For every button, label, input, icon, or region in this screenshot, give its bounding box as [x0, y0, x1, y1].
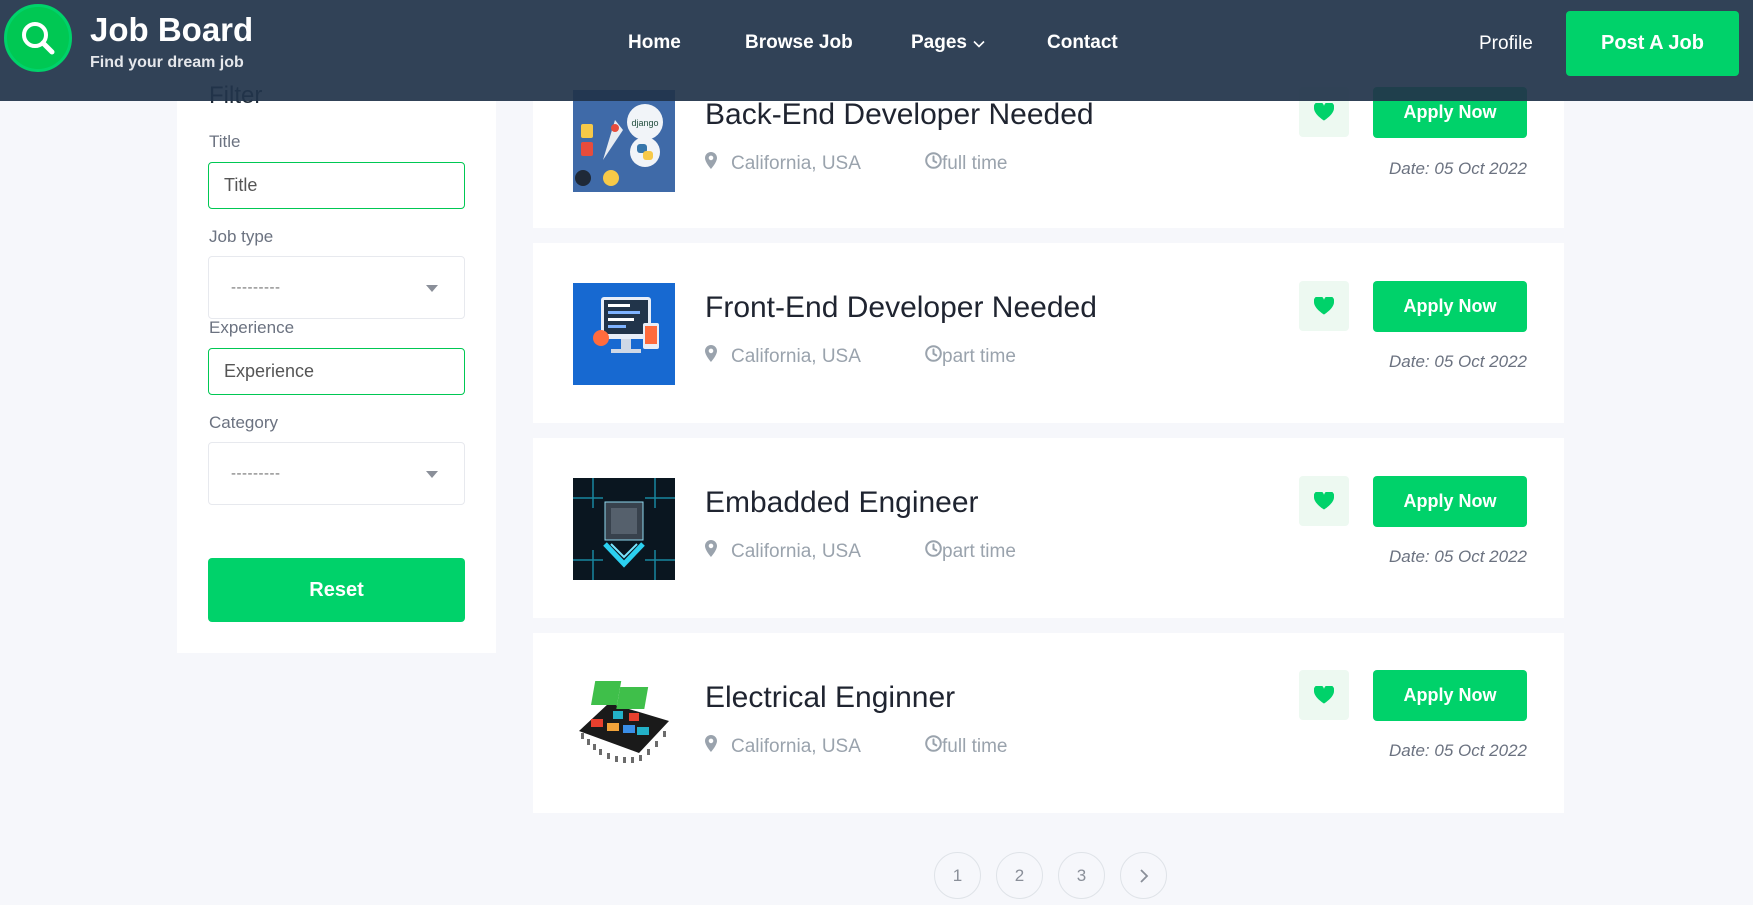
job-location-text: California, USA	[731, 152, 861, 174]
job-location: California, USA	[705, 345, 861, 368]
chevron-right-icon	[1139, 868, 1148, 883]
profile-link[interactable]: Profile	[1479, 33, 1533, 55]
job-card[interactable]: Electrical Enginner California, USA full…	[533, 633, 1564, 813]
site-header: Job Board Find your dream job Home Brows…	[0, 0, 1753, 101]
clock-icon	[925, 345, 942, 368]
location-pin-icon	[705, 152, 717, 175]
job-title[interactable]: Embadded Engineer	[705, 486, 979, 520]
heart-icon	[1314, 686, 1334, 704]
job-type-text: part time	[942, 345, 1016, 367]
job-location-text: California, USA	[731, 345, 861, 367]
chevron-down-icon	[973, 32, 985, 54]
search-icon	[22, 22, 55, 55]
job-type: part time	[925, 345, 1016, 368]
category-select[interactable]: ---------	[208, 442, 465, 505]
title-input[interactable]	[208, 162, 465, 209]
job-type: part time	[925, 540, 1016, 563]
filter-panel: Filter Title Job type --------- Experien…	[177, 48, 496, 653]
nav-home[interactable]: Home	[628, 32, 681, 54]
category-label: Category	[209, 413, 278, 432]
svg-text:django: django	[631, 118, 658, 128]
reset-button[interactable]: Reset	[208, 558, 465, 622]
heart-icon	[1314, 492, 1334, 510]
job-location-text: California, USA	[731, 540, 861, 562]
job-title[interactable]: Back-End Developer Needed	[705, 98, 1094, 132]
job-location: California, USA	[705, 735, 861, 758]
job-type-value: ---------	[231, 279, 281, 296]
web-development-icon	[573, 283, 675, 385]
job-date: Date: 05 Oct 2022	[1389, 547, 1527, 566]
favorite-button[interactable]	[1299, 281, 1349, 331]
job-date: Date: 05 Oct 2022	[1389, 741, 1527, 760]
nav-contact[interactable]: Contact	[1047, 32, 1118, 54]
brand-tagline: Find your dream job	[90, 54, 244, 71]
clock-icon	[925, 540, 942, 563]
job-type-text: full time	[942, 735, 1008, 757]
job-location: California, USA	[705, 152, 861, 175]
next-page-button[interactable]	[1120, 852, 1167, 899]
nav-pages-label: Pages	[911, 32, 967, 54]
job-date: Date: 05 Oct 2022	[1389, 159, 1527, 178]
caret-down-icon	[426, 471, 438, 478]
page-button-1[interactable]: 1	[934, 852, 981, 899]
favorite-button[interactable]	[1299, 476, 1349, 526]
circuit-board-icon	[573, 671, 675, 773]
category-value: ---------	[231, 465, 281, 482]
location-pin-icon	[705, 345, 717, 368]
nav-browse-job[interactable]: Browse Job	[745, 32, 853, 54]
location-pin-icon	[705, 735, 717, 758]
apply-now-button[interactable]: Apply Now	[1373, 281, 1527, 332]
clock-icon	[925, 152, 942, 175]
chip-icon	[573, 478, 675, 580]
location-pin-icon	[705, 540, 717, 563]
job-type: full time	[925, 152, 1007, 175]
heart-icon	[1314, 103, 1334, 121]
title-label: Title	[209, 132, 241, 151]
django-python-icon: django	[573, 90, 675, 192]
heart-icon	[1314, 297, 1334, 315]
logo[interactable]	[4, 4, 72, 72]
experience-input[interactable]	[208, 348, 465, 395]
clock-icon	[925, 735, 942, 758]
job-title[interactable]: Electrical Enginner	[705, 681, 955, 715]
page-button-2[interactable]: 2	[996, 852, 1043, 899]
apply-now-button[interactable]: Apply Now	[1373, 476, 1527, 527]
job-type-label: Job type	[209, 227, 274, 246]
favorite-button[interactable]	[1299, 670, 1349, 720]
job-type: full time	[925, 735, 1007, 758]
job-type-text: full time	[942, 152, 1008, 174]
job-card[interactable]: Front-End Developer Needed California, U…	[533, 243, 1564, 423]
job-card[interactable]: Embadded Engineer California, USA part t…	[533, 438, 1564, 618]
experience-label: Experience	[209, 318, 295, 337]
apply-now-button[interactable]: Apply Now	[1373, 670, 1527, 721]
nav-pages[interactable]: Pages	[911, 32, 985, 54]
caret-down-icon	[426, 285, 438, 292]
job-type-select[interactable]: ---------	[208, 256, 465, 319]
job-date: Date: 05 Oct 2022	[1389, 352, 1527, 371]
job-location: California, USA	[705, 540, 861, 563]
job-type-text: part time	[942, 540, 1016, 562]
job-title[interactable]: Front-End Developer Needed	[705, 291, 1097, 325]
post-a-job-button[interactable]: Post A Job	[1566, 11, 1739, 76]
brand-title[interactable]: Job Board	[90, 11, 253, 49]
page-button-3[interactable]: 3	[1058, 852, 1105, 899]
job-location-text: California, USA	[731, 735, 861, 757]
